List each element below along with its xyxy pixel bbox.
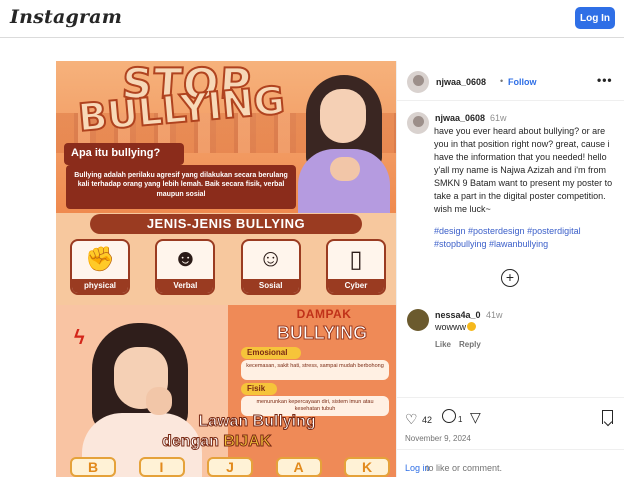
letter-tile: J	[207, 457, 253, 477]
poster-slogan-line2: dengan BIJAK	[162, 433, 382, 451]
comment-like-button[interactable]: Like	[435, 340, 451, 349]
comment-text: wowww	[435, 322, 477, 332]
poster-impact-heading: DAMPAK	[296, 307, 352, 321]
type-card-physical: ✊ physical	[70, 239, 130, 295]
type-label: Sosial	[242, 279, 299, 293]
instagram-logo[interactable]: Instagram	[10, 6, 122, 28]
poster-sad-girl-hand	[146, 387, 172, 415]
heart-icon[interactable]: ♡	[405, 411, 418, 428]
comment-body: wowww	[435, 322, 467, 332]
more-options-icon[interactable]: •••	[597, 73, 613, 87]
comment-reply-button[interactable]: Reply	[459, 340, 481, 349]
poster-letter-tiles: B I J A K	[70, 457, 390, 477]
post-actions: ♡ 42 1 ▽ November 9, 2024	[397, 397, 624, 447]
type-label: Verbal	[157, 279, 214, 293]
letter-tile: A	[275, 457, 322, 477]
poster-impact-subheading: BULLYING	[276, 323, 368, 344]
pain-lightning-icon: ϟ	[74, 327, 85, 349]
bookmark-icon[interactable]	[602, 410, 613, 424]
poster-slogan-line1: Lawan Bullying	[198, 413, 316, 431]
poster-question: Apa itu bullying?	[64, 143, 184, 165]
poster-types: ✊ physical ☻ Verbal ☺ Sosial ▯ Cyber	[70, 239, 386, 295]
post-header: njwaa_0608 • Follow •••	[397, 61, 624, 101]
post-card: STOP BULLYING Apa itu bullying? Bullying…	[56, 61, 624, 477]
follow-button[interactable]: Follow	[508, 77, 537, 87]
separator-dot: •	[500, 76, 504, 86]
letter-tile: K	[344, 457, 390, 477]
avatar[interactable]	[407, 112, 429, 134]
caption-text: have you ever heard about bullying? or a…	[434, 126, 613, 214]
type-label: physical	[72, 279, 128, 293]
login-prompt-text: to like or comment.	[426, 463, 503, 473]
share-icon[interactable]: ▽	[470, 409, 481, 426]
login-prompt: Log in to like or comment.	[397, 449, 624, 477]
load-more-comments-icon[interactable]: +	[501, 269, 519, 287]
comment-timestamp[interactable]: 41w	[486, 310, 503, 320]
slogan-prefix: dengan	[162, 433, 220, 451]
post-author-username[interactable]: njwaa_0608	[436, 77, 486, 87]
phone-icon: ▯	[349, 246, 363, 273]
caption-hashtags[interactable]: #design #posterdesign #posterdigital #st…	[434, 225, 620, 251]
poster-girl-illustration	[296, 75, 396, 219]
type-card-verbal: ☻ Verbal	[155, 239, 216, 295]
post-image[interactable]: STOP BULLYING Apa itu bullying? Bullying…	[56, 61, 396, 477]
post-date[interactable]: November 9, 2024	[405, 434, 471, 443]
physical-icon: ✊	[85, 246, 115, 273]
caption-username[interactable]: njwaa_0608	[435, 113, 485, 123]
post-side-panel: njwaa_0608 • Follow ••• njwaa_0608 61w h…	[396, 61, 624, 477]
impact-physical-label: Fisik	[241, 383, 277, 395]
verbal-icon: ☻	[172, 245, 198, 272]
likes-count[interactable]: 42	[422, 415, 432, 425]
social-icon: ☺	[258, 245, 283, 272]
login-button[interactable]: Log In	[575, 7, 615, 29]
type-label: Cyber	[327, 279, 384, 293]
poster-types-heading: JENIS-JENIS BULLYING	[90, 214, 362, 234]
letter-tile: I	[138, 457, 185, 477]
clap-emoji-icon	[467, 322, 477, 331]
impact-emotional-text: kecemasan, sakit hati, stress, sampai mu…	[241, 360, 389, 380]
letter-tile: B	[70, 457, 116, 477]
type-card-social: ☺ Sosial	[240, 239, 301, 295]
type-card-cyber: ▯ Cyber	[325, 239, 386, 295]
comment-icon[interactable]	[442, 409, 456, 423]
slogan-highlight: BIJAK	[223, 433, 272, 451]
avatar[interactable]	[407, 71, 429, 93]
caption-timestamp[interactable]: 61w	[490, 113, 507, 123]
avatar[interactable]	[407, 309, 429, 331]
comments-count: 1	[458, 415, 463, 424]
impact-emotional-label: Emosional	[241, 347, 301, 359]
poster-definition: Bullying adalah perilaku agresif yang di…	[66, 165, 296, 209]
comment-username[interactable]: nessa4a_0	[435, 310, 481, 320]
top-bar: Instagram Log In	[0, 0, 624, 38]
